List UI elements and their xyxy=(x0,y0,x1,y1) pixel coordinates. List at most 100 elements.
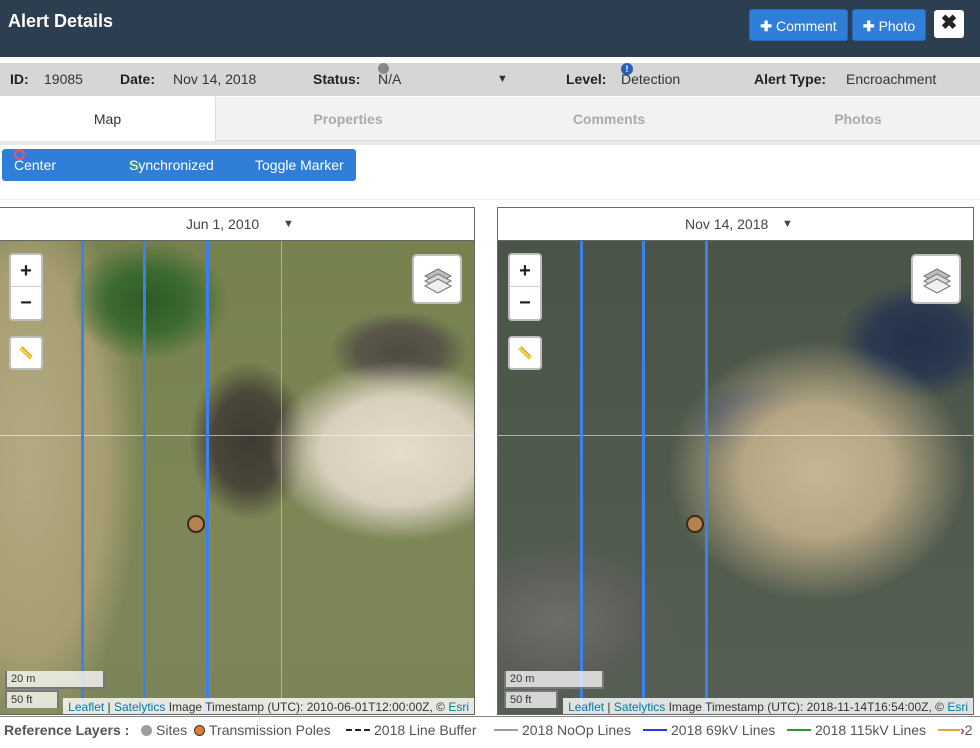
page-title: Alert Details xyxy=(8,11,114,31)
center-crosshair-horizontal xyxy=(0,435,474,436)
scale-bar-metric: 20 m xyxy=(504,671,604,689)
tab-comments[interactable]: Comments xyxy=(480,97,738,141)
transmission-line-69kv xyxy=(580,241,583,714)
header-bar: Alert Details ✚ Comment ✚ Photo ✖ xyxy=(0,0,980,57)
map-attribution: Leaflet | Satelytics Image Timestamp (UT… xyxy=(563,698,973,714)
add-photo-button[interactable]: ✚ Photo xyxy=(852,9,926,41)
legend-item-sites[interactable]: Sites xyxy=(141,717,187,742)
map-panel-left: Jun 1, 2010 ▼ + − 📏 20 m 50 ft Leaflet |… xyxy=(0,207,475,715)
reference-layers-legend: Reference Layers : Sites Transmission Po… xyxy=(0,716,980,742)
chevron-down-icon: ▼ xyxy=(782,218,793,230)
comment-button-label: Comment xyxy=(776,18,837,34)
status-value: N/A xyxy=(378,71,402,87)
gray-line-icon xyxy=(494,729,518,731)
legend-item-noop-lines[interactable]: 2018 NoOp Lines xyxy=(494,717,631,742)
dashed-line-icon xyxy=(346,729,370,731)
tab-properties[interactable]: Properties xyxy=(216,97,480,141)
id-value: 19085 xyxy=(44,71,83,87)
esri-link[interactable]: Esri xyxy=(947,700,968,714)
date-select-left[interactable]: Jun 1, 2010 ▼ xyxy=(0,208,474,241)
zoom-in-button[interactable]: + xyxy=(510,255,540,287)
center-crosshair-vertical xyxy=(281,241,282,714)
zoom-out-button[interactable]: − xyxy=(510,287,540,319)
status-label: Status: xyxy=(313,71,361,87)
date-left-value: Jun 1, 2010 xyxy=(186,216,260,232)
close-button[interactable]: ✖ xyxy=(934,10,964,38)
transmission-line-69kv xyxy=(81,241,84,714)
legend-label: Sites xyxy=(156,722,188,738)
orange-line-icon xyxy=(938,729,960,731)
zoom-out-button[interactable]: − xyxy=(11,287,41,319)
legend-label: 2018 115kV Lines xyxy=(815,722,927,738)
plus-icon: ✚ xyxy=(760,18,773,34)
legend-item-line-buffer[interactable]: 2018 Line Buffer xyxy=(346,717,477,742)
map-view-right[interactable]: + − 📏 20 m 50 ft Leaflet | Satelytics Im… xyxy=(498,241,973,714)
blue-line-icon xyxy=(643,729,667,731)
close-icon: ✖ xyxy=(940,12,958,34)
date-label: Date: xyxy=(120,71,156,87)
transmission-line-69kv xyxy=(705,241,708,714)
map-panel-right: Nov 14, 2018 ▼ + − 📏 20 m 50 ft Leaflet … xyxy=(497,207,974,715)
transmission-line-69kv xyxy=(143,241,146,714)
tab-map[interactable]: Map xyxy=(0,97,216,141)
scale-bar-metric: 20 m xyxy=(5,671,105,689)
tab-bar: Map Properties Comments Photos xyxy=(0,97,980,141)
toolbar-divider xyxy=(0,199,980,200)
map-view-left[interactable]: + − 📏 20 m 50 ft Leaflet | Satelytics Im… xyxy=(0,241,474,714)
date-right-value: Nov 14, 2018 xyxy=(685,216,769,232)
transmission-line-69kv xyxy=(206,241,209,714)
chevron-down-icon: ▼ xyxy=(283,218,294,230)
alert-info-bar: ID: 19085 Date: Nov 14, 2018 Status: N/A… xyxy=(0,63,980,96)
status-dropdown-icon[interactable]: ▼ xyxy=(497,63,508,96)
satelytics-link[interactable]: Satelytics xyxy=(614,700,665,714)
zoom-in-button[interactable]: + xyxy=(11,255,41,287)
legend-label: 2018 69kV Lines xyxy=(671,722,776,738)
level-value: Detection xyxy=(621,71,681,87)
layers-icon xyxy=(922,268,952,294)
layers-button[interactable] xyxy=(911,254,961,304)
scale-bar-imperial: 50 ft xyxy=(504,690,558,708)
legend-label: 2018 NoOp Lines xyxy=(522,722,631,738)
layers-button[interactable] xyxy=(412,254,462,304)
timestamp-text: Image Timestamp (UTC): 2018-11-14T16:54:… xyxy=(665,700,948,714)
date-value: Nov 14, 2018 xyxy=(173,71,257,87)
esri-link[interactable]: Esri xyxy=(448,700,469,714)
map-attribution: Leaflet | Satelytics Image Timestamp (UT… xyxy=(63,698,474,714)
sites-dot-icon xyxy=(141,725,152,736)
center-alert-label: Center Alert xyxy=(14,157,57,205)
leaflet-link[interactable]: Leaflet xyxy=(68,700,104,714)
legend-item-115kv-lines[interactable]: 2018 115kV Lines xyxy=(787,717,926,742)
legend-label: 2018 Line Buffer xyxy=(374,722,477,738)
add-comment-button[interactable]: ✚ Comment xyxy=(749,9,848,41)
green-line-icon xyxy=(787,729,811,731)
pole-dot-icon xyxy=(194,725,205,736)
scale-bar-imperial: 50 ft xyxy=(5,690,59,708)
level-label: Level: xyxy=(566,71,607,87)
zoom-control: + − xyxy=(9,253,43,321)
satelytics-link[interactable]: Satelytics xyxy=(114,700,165,714)
toggle-marker-button[interactable]: Toggle Marker xyxy=(255,149,344,181)
zoom-control: + − xyxy=(508,253,542,321)
id-label: ID: xyxy=(10,71,29,87)
legend-item-69kv-lines[interactable]: 2018 69kV Lines xyxy=(643,717,775,742)
legend-label: 2 xyxy=(964,722,973,738)
tab-photos[interactable]: Photos xyxy=(738,97,978,141)
ruler-icon[interactable]: 📏 xyxy=(9,336,43,370)
legend-label: Transmission Poles xyxy=(209,722,331,738)
transmission-pole-marker[interactable] xyxy=(187,515,205,533)
layers-icon xyxy=(423,268,453,294)
alert-type-value: Encroachment xyxy=(846,71,937,87)
date-select-right[interactable]: Nov 14, 2018 ▼ xyxy=(498,208,973,241)
center-crosshair-horizontal xyxy=(498,435,973,436)
transmission-pole-marker[interactable] xyxy=(686,515,704,533)
alert-type-label: Alert Type: xyxy=(754,71,827,87)
transmission-line-69kv xyxy=(642,241,645,714)
leaflet-link[interactable]: Leaflet xyxy=(568,700,604,714)
legend-item-transmission-poles[interactable]: Transmission Poles xyxy=(194,717,331,742)
legend-item-overflow[interactable]: ›2 xyxy=(938,717,972,742)
tab-underline xyxy=(0,141,980,145)
map-toolbar: Center Alert ⇆ Synchronized Toggle Marke… xyxy=(2,149,356,205)
ruler-icon[interactable]: 📏 xyxy=(508,336,542,370)
timestamp-text: Image Timestamp (UTC): 2010-06-01T12:00:… xyxy=(165,700,449,714)
reference-layers-title: Reference Layers : xyxy=(4,722,130,738)
